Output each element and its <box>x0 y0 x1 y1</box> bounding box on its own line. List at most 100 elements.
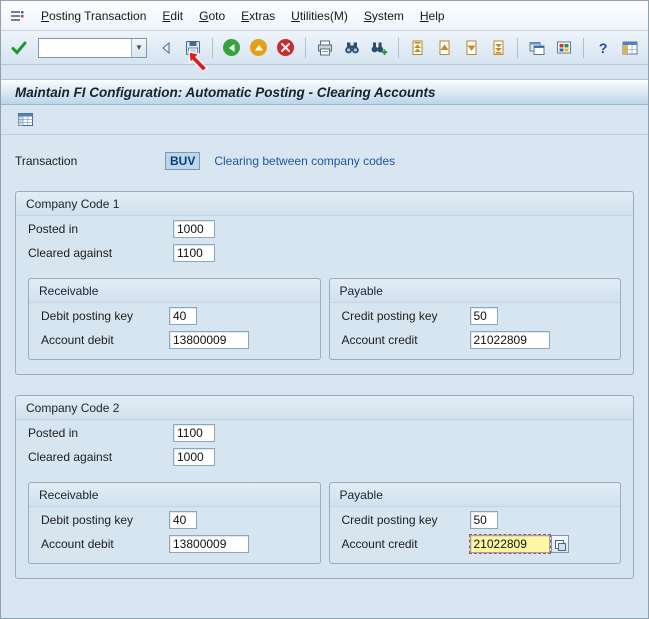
screen-title-bar: Maintain FI Configuration: Automatic Pos… <box>1 79 648 105</box>
enter-check-icon <box>11 41 27 55</box>
save-wrap <box>181 36 208 72</box>
cc1-posted-in-field[interactable] <box>173 220 215 238</box>
save-button[interactable] <box>181 36 205 60</box>
menu-edit[interactable]: Edit <box>154 6 191 26</box>
cc2-receivable-groupbox: Receivable Debit posting key Account deb… <box>28 482 321 564</box>
toolbar-separator <box>304 37 306 58</box>
customize-layout-button[interactable] <box>618 36 642 60</box>
cc1-payable-title: Payable <box>329 279 620 303</box>
command-field: ▼ <box>37 37 147 58</box>
first-page-button[interactable] <box>406 36 430 60</box>
posted-in-label: Posted in <box>28 426 79 440</box>
menu-bar: Posting Transaction Edit Goto Extras Uti… <box>1 1 648 31</box>
cleared-against-label: Cleared against <box>28 450 113 464</box>
last-page-icon <box>493 40 504 55</box>
find-next-button[interactable] <box>367 36 391 60</box>
collapse-command-field-button[interactable] <box>154 36 178 60</box>
cc2-posted-in-field[interactable] <box>173 424 215 442</box>
cc2-credit-posting-key-field[interactable] <box>469 511 498 529</box>
cc2-cleared-against-field[interactable] <box>173 448 215 466</box>
back-button[interactable] <box>220 36 244 60</box>
account-debit-label: Account debit <box>41 333 114 347</box>
application-toolbar <box>1 105 648 135</box>
menu-posting-transaction[interactable]: Posting Transaction <box>33 6 154 26</box>
binoculars-icon <box>344 42 359 53</box>
previous-page-button[interactable] <box>432 36 456 60</box>
cc2-account-credit-field[interactable] <box>468 534 551 554</box>
session-menu-icon[interactable] <box>7 7 27 25</box>
screen-content: Transaction BUV Clearing between company… <box>1 135 648 579</box>
posted-in-label: Posted in <box>28 222 79 236</box>
posted-in-row: Posted in <box>16 218 633 240</box>
cc2-receivable-title: Receivable <box>29 483 320 507</box>
last-page-button[interactable] <box>486 36 510 60</box>
table-view-button[interactable] <box>13 108 37 132</box>
cc1-debit-posting-key-field[interactable] <box>169 307 197 325</box>
debit-posting-key-row: Debit posting key <box>29 305 320 327</box>
customize-layout-icon <box>622 41 638 54</box>
command-input[interactable] <box>38 38 131 57</box>
screen-title: Maintain FI Configuration: Automatic Pos… <box>15 84 436 100</box>
account-credit-field-group <box>468 534 569 554</box>
new-session-button[interactable] <box>525 36 549 60</box>
cc1-account-credit-field[interactable] <box>469 331 550 349</box>
menu-system[interactable]: System <box>356 6 412 26</box>
cc2-debit-posting-key-field[interactable] <box>169 511 197 529</box>
cc1-payable-groupbox: Payable Credit posting key Account credi… <box>328 278 621 360</box>
account-credit-label: Account credit <box>341 537 418 551</box>
company-code-1-groupbox: Company Code 1 Posted in Cleared against… <box>15 191 634 375</box>
toolbar-separator <box>583 37 585 58</box>
value-help-button[interactable] <box>550 535 569 553</box>
menu-utilities[interactable]: Utilities(M) <box>283 6 356 26</box>
account-debit-row: Account debit <box>29 533 320 555</box>
cc1-subboxes: Receivable Debit posting key Account deb… <box>16 278 633 360</box>
cleared-against-row: Cleared against <box>16 446 633 468</box>
posted-in-row: Posted in <box>16 422 633 444</box>
transaction-description: Clearing between company codes <box>214 154 396 168</box>
next-page-icon <box>466 40 477 55</box>
transaction-label: Transaction <box>15 154 78 168</box>
next-page-button[interactable] <box>459 36 483 60</box>
account-debit-row: Account debit <box>29 329 320 351</box>
company-code-2-title: Company Code 2 <box>16 396 633 420</box>
credit-posting-key-row: Credit posting key <box>330 509 621 531</box>
create-shortcut-button[interactable] <box>552 36 576 60</box>
company-code-1-title: Company Code 1 <box>16 192 633 216</box>
cleared-against-label: Cleared against <box>28 246 113 260</box>
menu-extras[interactable]: Extras <box>233 6 283 26</box>
credit-posting-key-row: Credit posting key <box>330 305 621 327</box>
cc1-cleared-against-field[interactable] <box>173 244 215 262</box>
cc2-account-debit-field[interactable] <box>169 535 249 553</box>
cc1-account-debit-field[interactable] <box>169 331 249 349</box>
binoculars-plus-icon <box>371 42 387 55</box>
standard-toolbar: ▼ ? <box>1 31 648 72</box>
cleared-against-row: Cleared against <box>16 242 633 264</box>
command-dropdown-button[interactable]: ▼ <box>130 38 146 57</box>
cc1-credit-posting-key-field[interactable] <box>469 307 498 325</box>
toolbar-separator <box>211 37 213 58</box>
toolbar-separator <box>397 37 399 58</box>
exit-button[interactable] <box>247 36 271 60</box>
cc1-receivable-groupbox: Receivable Debit posting key Account deb… <box>28 278 321 360</box>
menu-goto[interactable]: Goto <box>191 6 233 26</box>
enter-button[interactable] <box>7 36 31 60</box>
cc2-payable-groupbox: Payable Credit posting key Account credi… <box>328 482 621 564</box>
cancel-button[interactable] <box>274 36 298 60</box>
debit-posting-key-label: Debit posting key <box>41 309 134 323</box>
transaction-row: Transaction BUV Clearing between company… <box>15 151 634 171</box>
new-session-icon <box>529 41 545 55</box>
transaction-code-field[interactable]: BUV <box>165 152 201 170</box>
table-grid-icon <box>17 113 33 126</box>
help-button[interactable]: ? <box>591 36 615 60</box>
find-button[interactable] <box>340 36 364 60</box>
print-button[interactable] <box>313 36 337 60</box>
sap-gui-window: Posting Transaction Edit Goto Extras Uti… <box>0 0 649 619</box>
company-code-2-groupbox: Company Code 2 Posted in Cleared against… <box>15 395 634 579</box>
account-credit-row: Account credit <box>330 329 621 351</box>
printer-icon <box>317 40 332 55</box>
previous-page-icon <box>439 40 450 55</box>
account-debit-label: Account debit <box>41 537 114 551</box>
create-shortcut-icon <box>557 41 572 53</box>
menu-help[interactable]: Help <box>412 6 453 26</box>
